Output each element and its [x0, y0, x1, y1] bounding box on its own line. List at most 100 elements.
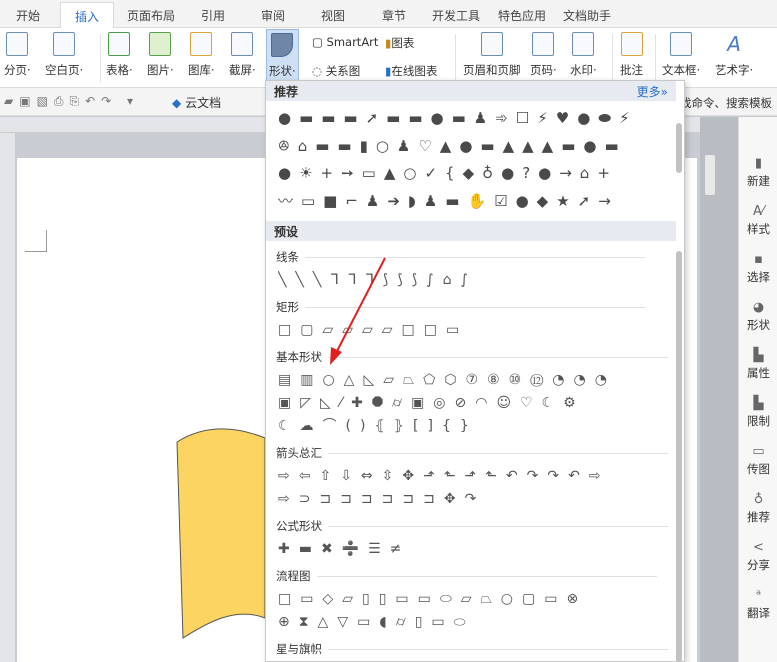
quick-tools-icons[interactable]: ▰▣▧⎙⎘↶↷ ▾: [4, 94, 139, 109]
recommend-shape-row[interactable]: 〰▭■⌐♟➔◗♟▬✋☑●◆★➚→: [278, 192, 678, 210]
right-sidebar: ▮ 新建 A⁄ 样式 ▪ 选择 ◕ 形状 ▙ 属性 ▙ 限制 ▭ 传图 ♁ 推荐 < 分享 ᵃ 翻译: [738, 117, 777, 662]
more-link[interactable]: 更多»: [637, 83, 668, 100]
wordart-button[interactable]: A 艺术字·: [715, 32, 753, 78]
online-chart-button[interactable]: ▮在线图表: [385, 63, 437, 79]
label: 分页·: [4, 63, 31, 77]
comment-button[interactable]: 批注: [620, 32, 643, 78]
command-search[interactable]: 找命令、搜索模板: [680, 95, 772, 111]
margin-mark: [25, 230, 47, 252]
recommend-shape-row[interactable]: ●☀+➙▭▲○✓{◆♁●?●→⌂+: [278, 164, 678, 182]
scroll-thumb[interactable]: [705, 155, 715, 195]
shape-row[interactable]: □▭◇▱▯▯▭▭⬭▱⏢○▢▭⊗: [278, 590, 678, 608]
page-number-button[interactable]: 页码·: [530, 32, 557, 78]
picture-button[interactable]: 图片·: [147, 32, 174, 78]
sidebar-item[interactable]: ᵃ 翻译: [739, 587, 777, 621]
sidebar-item[interactable]: ◕ 形状: [739, 299, 777, 333]
header-footer-button[interactable]: 页眉和页脚: [463, 32, 521, 78]
screenshot-button[interactable]: 截屏·: [229, 32, 256, 78]
label: 属性: [747, 366, 770, 380]
recommend-scrollbar[interactable]: [676, 123, 682, 173]
label: SmartArt: [326, 35, 379, 49]
shape-row[interactable]: ▣◸◺⁄✚⯃⌭▣◎⊘◠☺♡☾⚙: [278, 394, 678, 412]
sidebar-item[interactable]: ▭ 传图: [739, 443, 777, 477]
smartart-button[interactable]: ▢ SmartArt: [312, 35, 378, 49]
shape-row[interactable]: ☾☁⌒()⦃⦄[]{}: [278, 417, 678, 435]
sidebar-icon: ◕: [752, 300, 765, 315]
page-break-icon: [6, 32, 29, 56]
textbox-icon: [670, 32, 693, 56]
tab-review[interactable]: 审阅: [261, 7, 285, 24]
scissors-icon: [231, 32, 254, 56]
sidebar-item[interactable]: ▙ 限制: [739, 395, 777, 429]
table-button[interactable]: 表格·: [106, 32, 133, 78]
label: 样式: [747, 222, 770, 236]
vertical-scrollbar[interactable]: [700, 117, 738, 662]
tab-features[interactable]: 特色应用: [498, 7, 546, 24]
tab-developer[interactable]: 开发工具: [432, 7, 480, 24]
tab-insert[interactable]: 插入: [60, 2, 115, 29]
label: 页码·: [530, 63, 557, 77]
sidebar-item[interactable]: ▪ 选择: [739, 251, 777, 285]
label: 空白页·: [45, 63, 84, 77]
shape-row[interactable]: ⇨⊃⊐⊐⊐⊐⊐⊐✥↷: [278, 490, 678, 508]
tab-section[interactable]: 章节: [382, 7, 406, 24]
cloud-icon: ◆: [172, 96, 182, 110]
label: 水印·: [570, 63, 597, 77]
sidebar-item[interactable]: ▙ 属性: [739, 347, 777, 381]
wordart-icon: A: [727, 32, 741, 56]
gallery-button[interactable]: 图库·: [188, 32, 215, 78]
label: 新建: [747, 174, 770, 188]
tab-view[interactable]: 视图: [321, 7, 345, 24]
tab-home[interactable]: 开始: [16, 7, 40, 24]
category-label: 箭头总汇: [276, 446, 668, 460]
page-break-button[interactable]: 分页·: [4, 32, 31, 78]
red-arrow-annotation: [330, 257, 386, 365]
shape-row[interactable]: ✚▬✖➗☰≠: [278, 540, 678, 558]
picture-icon: [149, 32, 172, 56]
gallery-icon: [190, 32, 213, 56]
sidebar-item[interactable]: ▮ 新建: [739, 155, 777, 189]
shape-row[interactable]: ⇨⇦⇧⇩⇔⇳✥⬏⬑⬏⬑↶↷↷↶⇨: [278, 467, 678, 485]
category-label: 线条: [276, 250, 645, 264]
vertical-ruler: [0, 133, 15, 662]
tab-page-layout[interactable]: 页面布局: [127, 7, 175, 24]
sidebar-icon: ▮: [754, 156, 763, 171]
sidebar-item[interactable]: ♁ 推荐: [739, 491, 777, 525]
tab-doc-assistant[interactable]: 文档助手: [563, 7, 611, 24]
sidebar-item[interactable]: < 分享: [739, 539, 777, 573]
recommend-header: 推荐 更多»: [266, 81, 676, 101]
blank-page-button[interactable]: 空白页·: [45, 32, 83, 78]
label: 选择: [747, 270, 770, 284]
wave-shape[interactable]: [175, 428, 267, 640]
label: 翻译: [747, 606, 770, 620]
sidebar-icon: <: [753, 540, 764, 555]
recommend-shape-row[interactable]: ꔮ⌂▬▬▮○♟♡▲●▬▲▲▲▬●▬: [278, 137, 678, 155]
sidebar-icon: ♁: [753, 492, 764, 507]
table-icon: [108, 32, 131, 56]
category-label: 流程图: [276, 569, 652, 583]
shape-row[interactable]: ▤▥○△◺▱⏢⬠⬡⑦⑧⑩⑫◔◔◔: [278, 371, 678, 389]
divider: [655, 34, 656, 82]
tab-references[interactable]: 引用: [201, 7, 225, 24]
divider: [100, 34, 101, 82]
cloud-doc-tab[interactable]: ◆ 云文档: [172, 94, 221, 111]
shape-row[interactable]: ⊕⧗△▽▭◖⌭▯▭⬭: [278, 613, 678, 631]
sidebar-icon: A⁄: [752, 204, 765, 219]
label: 艺术字·: [715, 63, 754, 77]
preset-scrollbar[interactable]: [676, 251, 682, 661]
watermark-button[interactable]: 水印·: [570, 32, 597, 78]
label: 关系图: [325, 64, 361, 78]
relation-diagram-button[interactable]: ◌ 关系图: [312, 63, 360, 79]
label: 云文档: [185, 96, 222, 110]
label: 表格·: [106, 63, 133, 77]
chart-button[interactable]: ▮图表: [385, 35, 414, 51]
sidebar-icon: ▪: [754, 252, 763, 267]
label: 图片·: [147, 63, 174, 77]
shape-button[interactable]: 形状·: [266, 29, 299, 85]
label: 形状: [747, 318, 770, 332]
sidebar-item[interactable]: A⁄ 样式: [739, 203, 777, 237]
label: 在线图表: [391, 64, 438, 78]
sidebar-icon: ▙: [753, 348, 764, 363]
recommend-shape-row[interactable]: ●▬▬▬➚▬▬●▬♟➾☐⚡♥●⬬⚡: [278, 109, 678, 127]
textbox-button[interactable]: 文本框·: [662, 32, 700, 78]
